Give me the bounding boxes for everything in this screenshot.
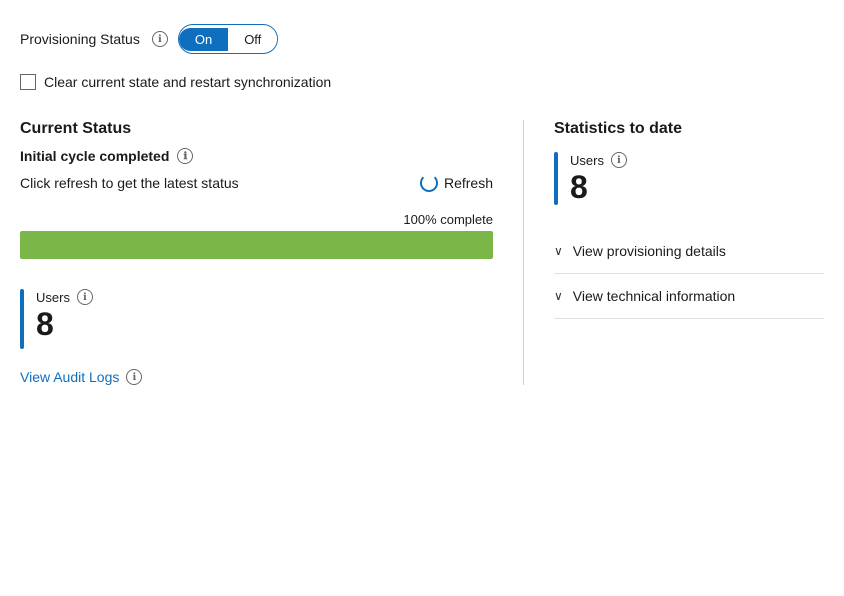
main-layout: Current Status Initial cycle completed ℹ… — [20, 120, 824, 385]
users-count: 8 — [36, 307, 93, 342]
provisioning-info-icon[interactable]: ℹ — [152, 31, 168, 47]
audit-link-row: View Audit Logs ℹ — [20, 369, 493, 385]
initial-cycle-label: Initial cycle completed — [20, 148, 169, 164]
stats-users-count: 8 — [570, 170, 627, 205]
stats-users-label: Users — [570, 153, 604, 168]
view-provisioning-details-label: View provisioning details — [573, 243, 726, 259]
view-provisioning-details-row[interactable]: ∨ View provisioning details — [554, 229, 824, 274]
provisioning-status-row: Provisioning Status ℹ On Off — [20, 24, 824, 54]
stats-users-section: Users ℹ 8 — [554, 152, 824, 205]
users-label-row: Users ℹ — [36, 289, 93, 305]
refresh-button-label: Refresh — [444, 175, 493, 191]
technical-chevron-icon: ∨ — [554, 289, 563, 303]
initial-cycle-info-icon[interactable]: ℹ — [177, 148, 193, 164]
view-technical-info-row[interactable]: ∨ View technical information — [554, 274, 824, 319]
toggle-off-option[interactable]: Off — [228, 28, 277, 51]
refresh-hint-text: Click refresh to get the latest status — [20, 175, 239, 191]
users-bar-indicator — [20, 289, 24, 349]
initial-cycle-row: Initial cycle completed ℹ — [20, 148, 493, 164]
statistics-title: Statistics to date — [554, 120, 824, 138]
users-label: Users — [36, 290, 70, 305]
provisioning-status-label: Provisioning Status — [20, 31, 140, 47]
progress-section: 100% complete — [20, 212, 493, 259]
current-status-title: Current Status — [20, 120, 493, 138]
refresh-button[interactable]: Refresh — [420, 174, 493, 192]
clear-state-checkbox[interactable] — [20, 74, 36, 90]
view-audit-logs-link[interactable]: View Audit Logs — [20, 369, 119, 385]
audit-logs-info-icon[interactable]: ℹ — [126, 369, 142, 385]
users-content: Users ℹ 8 — [36, 289, 93, 349]
stats-users-label-row: Users ℹ — [570, 152, 627, 168]
stats-bar-indicator — [554, 152, 558, 205]
refresh-icon — [420, 174, 438, 192]
provisioning-chevron-icon: ∨ — [554, 244, 563, 258]
view-technical-info-label: View technical information — [573, 288, 735, 304]
right-column: Statistics to date Users ℹ 8 ∨ View prov… — [524, 120, 824, 385]
toggle-on-option[interactable]: On — [179, 28, 228, 51]
progress-bar-fill — [20, 231, 493, 259]
progress-bar-background — [20, 231, 493, 259]
stats-users-content: Users ℹ 8 — [570, 152, 627, 205]
checkbox-row: Clear current state and restart synchron… — [20, 74, 824, 90]
left-column: Current Status Initial cycle completed ℹ… — [20, 120, 524, 385]
progress-label: 100% complete — [20, 212, 493, 227]
stats-users-info-icon[interactable]: ℹ — [611, 152, 627, 168]
refresh-row: Click refresh to get the latest status R… — [20, 174, 493, 192]
checkbox-label: Clear current state and restart synchron… — [44, 74, 331, 90]
bottom-users-section: Users ℹ 8 — [20, 289, 493, 349]
toggle-switch[interactable]: On Off — [178, 24, 278, 54]
users-info-icon[interactable]: ℹ — [77, 289, 93, 305]
